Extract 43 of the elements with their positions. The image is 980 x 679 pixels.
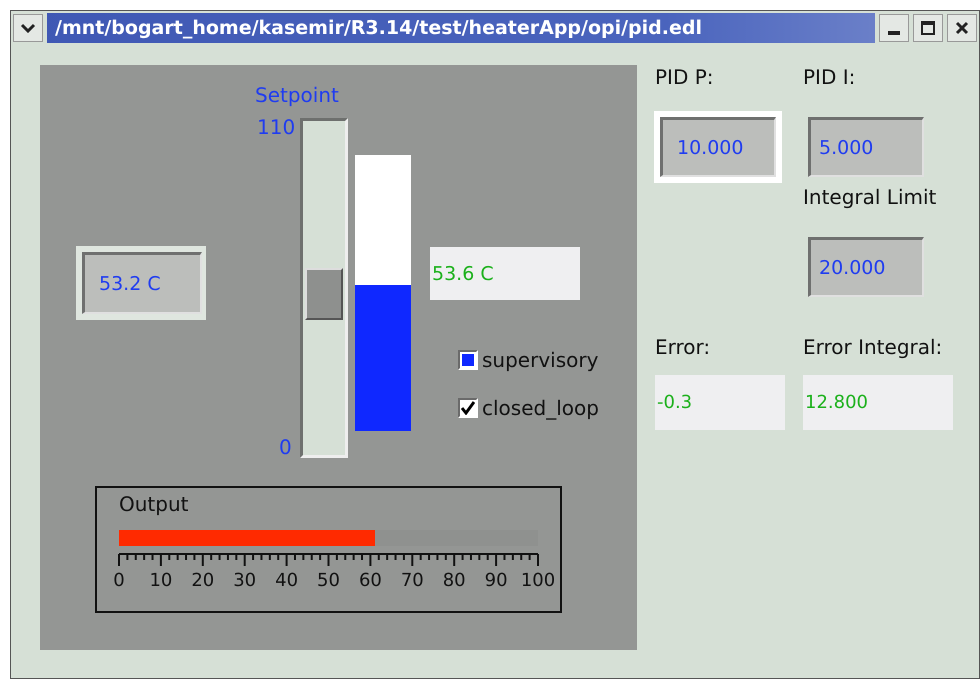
output-label: Output (119, 492, 188, 516)
scale-label: 100 (520, 570, 556, 591)
temperature-input[interactable]: 53.2 C (82, 252, 202, 314)
scale-label: 70 (400, 570, 424, 591)
setpoint-label: Setpoint (255, 83, 339, 107)
scale-label: 40 (275, 570, 298, 591)
scale-label: 10 (149, 570, 172, 591)
maximize-button[interactable] (913, 14, 943, 42)
field-label: PID I: (803, 65, 856, 89)
scale-label: 90 (484, 570, 508, 591)
chevron-icon (20, 23, 36, 33)
check-icon (461, 401, 475, 415)
minimize-icon (888, 31, 900, 35)
value-readout: -0.3 (655, 375, 785, 430)
field-label: PID P: (655, 65, 714, 89)
number-input[interactable]: 20.000 (808, 237, 924, 297)
checkbox[interactable] (458, 398, 478, 418)
window-menu-button[interactable] (13, 14, 43, 42)
minimize-button[interactable] (879, 14, 909, 42)
maximize-icon (921, 21, 935, 35)
scale-max-label: 110 (257, 115, 296, 139)
checkbox-label: closed_loop (482, 396, 599, 420)
field-label: Error: (655, 335, 710, 359)
window-title: /mnt/bogart_home/kasemir/R3.14/test/heaterApp/opi/pid.edl (47, 13, 875, 43)
temperature-reading: 53.6 C (430, 247, 580, 300)
scale-label: 0 (113, 570, 125, 591)
field-label: Integral Limit (803, 185, 936, 209)
close-icon (955, 21, 969, 35)
checkbox-label: supervisory (482, 348, 598, 372)
fill-square-icon (462, 354, 474, 366)
scale-min-label: 0 (279, 435, 292, 459)
slider-thumb[interactable] (305, 268, 343, 320)
value-readout: 12.800 (803, 375, 953, 430)
scale-label: 50 (317, 570, 340, 591)
checkbox[interactable] (458, 350, 478, 370)
setpoint-slider[interactable] (300, 118, 348, 458)
scale-label: 30 (233, 570, 256, 591)
scale-label: 80 (442, 570, 466, 591)
scale-label: 20 (191, 570, 214, 591)
number-input[interactable]: 5.000 (808, 117, 924, 177)
close-button[interactable] (947, 14, 977, 42)
scale-label: 60 (358, 570, 382, 591)
field-label: Error Integral: (803, 335, 942, 359)
